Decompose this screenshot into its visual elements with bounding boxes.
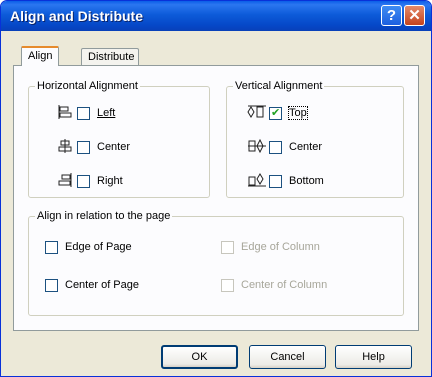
- help-title-button[interactable]: ?: [381, 5, 402, 26]
- align-right-checkbox[interactable]: [77, 175, 90, 188]
- close-button[interactable]: ✕: [404, 5, 425, 26]
- align-relation-legend: Align in relation to the page: [37, 210, 171, 222]
- align-right-label: Right: [97, 175, 123, 187]
- align-left-label: Left: [97, 107, 116, 119]
- window-title: Align and Distribute: [10, 8, 143, 24]
- ok-button[interactable]: OK: [161, 345, 238, 369]
- help-button[interactable]: Help: [335, 345, 412, 369]
- align-center-checkbox[interactable]: [77, 141, 90, 154]
- align-top-checkbox[interactable]: [269, 106, 282, 120]
- align-left-checkbox[interactable]: [77, 107, 90, 120]
- center-of-page-checkbox[interactable]: [45, 279, 58, 292]
- tab-align[interactable]: Align: [21, 46, 60, 66]
- edge-of-column-checkbox[interactable]: [221, 241, 234, 254]
- tab-distribute[interactable]: Distribute: [81, 48, 139, 66]
- tab-panel: Horizontal Alignment Left Center Right V…: [13, 65, 419, 331]
- align-bottom-label: Bottom: [289, 175, 324, 187]
- align-center-icon: [57, 138, 73, 157]
- vertical-alignment-group: Vertical Alignment Top Center: [226, 80, 404, 198]
- align-middle-label: Center: [289, 141, 323, 153]
- align-right-icon: [57, 172, 73, 191]
- horizontal-alignment-legend: Horizontal Alignment: [37, 80, 138, 92]
- align-middle-checkbox[interactable]: [269, 141, 282, 154]
- dialog-window: Align and Distribute ? ✕ Align Distribut…: [0, 0, 432, 377]
- center-of-column-checkbox[interactable]: [221, 279, 234, 292]
- edge-of-page-checkbox[interactable]: [45, 241, 58, 254]
- title-bar[interactable]: Align and Distribute ? ✕: [1, 1, 431, 31]
- align-top-icon: [247, 104, 267, 123]
- align-center-label: Center: [97, 141, 131, 153]
- center-of-column-label: Center of Column: [241, 279, 328, 291]
- align-middle-icon: [247, 138, 267, 157]
- align-bottom-icon: [247, 172, 267, 191]
- align-bottom-checkbox[interactable]: [269, 175, 282, 188]
- horizontal-alignment-group: Horizontal Alignment Left Center Right: [28, 80, 210, 198]
- align-top-label: Top: [288, 106, 308, 120]
- align-relation-group: Align in relation to the page Edge of Pa…: [28, 210, 404, 316]
- edge-of-page-label: Edge of Page: [65, 241, 132, 253]
- vertical-alignment-legend: Vertical Alignment: [235, 80, 323, 92]
- center-of-page-label: Center of Page: [65, 279, 139, 291]
- align-left-icon: [57, 104, 73, 123]
- edge-of-column-label: Edge of Column: [241, 241, 320, 253]
- cancel-button[interactable]: Cancel: [249, 345, 326, 369]
